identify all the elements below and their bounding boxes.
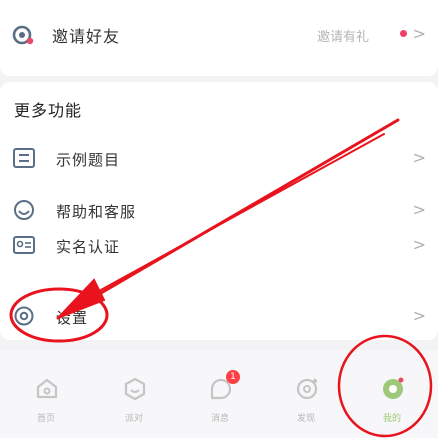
- id-card-icon: [13, 236, 35, 254]
- tab-messages[interactable]: 1 消息: [180, 350, 260, 438]
- menu-item-settings[interactable]: 设置 >: [0, 297, 438, 337]
- invite-friends-row[interactable]: 邀请好友 邀请有礼 >: [0, 0, 438, 68]
- headset-icon: [14, 200, 34, 220]
- gear-icon: [14, 306, 34, 326]
- tab-discover[interactable]: 发现: [266, 350, 346, 438]
- invite-title: 邀请好友: [52, 27, 121, 46]
- list-icon: [13, 148, 35, 168]
- tab-label: 发现: [296, 414, 315, 424]
- tab-label: 我的: [382, 414, 401, 424]
- chevron-right-icon: >: [412, 235, 426, 254]
- tab-home[interactable]: 首页: [6, 350, 86, 438]
- section-title: 更多功能: [14, 101, 83, 120]
- tab-party[interactable]: 派对: [94, 350, 174, 438]
- menu-item-help-service[interactable]: 帮助和客服 >: [0, 191, 438, 231]
- party-icon: [124, 377, 146, 401]
- invite-hint: 邀请有礼: [317, 30, 370, 45]
- menu-label: 设置: [56, 309, 89, 327]
- tab-label: 首页: [36, 414, 55, 424]
- menu-label: 帮助和客服: [56, 203, 137, 221]
- home-icon: [36, 378, 58, 399]
- menu-label: 实名认证: [56, 238, 121, 256]
- invite-card: 邀请好友 邀请有礼 >: [0, 0, 438, 76]
- tab-label: 消息: [210, 414, 229, 424]
- chevron-right-icon: >: [412, 306, 426, 325]
- profile-icon: [383, 377, 404, 399]
- tab-label: 派对: [124, 414, 143, 424]
- chevron-right-icon: >: [412, 148, 426, 167]
- discover-icon: [296, 378, 318, 400]
- menu-item-sample-questions[interactable]: 示例题目 >: [0, 139, 438, 179]
- menu-item-real-name-auth[interactable]: 实名认证 >: [0, 226, 438, 266]
- menu-label: 示例题目: [56, 151, 121, 169]
- message-badge: 1: [226, 370, 240, 384]
- bottom-tab-bar: 首页 派对 1 消息 发现 我的: [0, 350, 438, 438]
- chevron-right-icon: >: [412, 24, 426, 43]
- invite-icon: [12, 25, 34, 45]
- notification-dot: [400, 30, 407, 37]
- tab-profile[interactable]: 我的: [352, 350, 432, 438]
- chevron-right-icon: >: [412, 200, 426, 219]
